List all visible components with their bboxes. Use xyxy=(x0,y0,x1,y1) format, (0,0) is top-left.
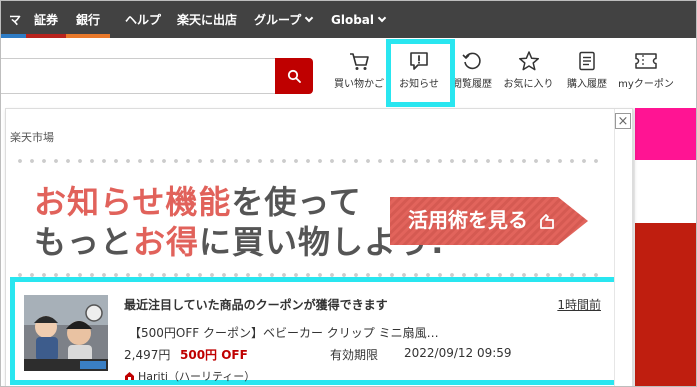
product-price: 2,497円 xyxy=(124,348,171,362)
panel-scrollbar[interactable] xyxy=(614,109,632,386)
panel-title: 楽天市場 xyxy=(10,131,54,144)
cta-label: 活用術を見る xyxy=(408,208,528,232)
banner-line-2: もっとお得に買い物しよう! xyxy=(34,223,446,261)
cart-icon xyxy=(350,53,369,70)
header-coupon-label: myクーポン xyxy=(618,79,674,90)
history-icon xyxy=(462,52,481,70)
promo-banner[interactable]: お知らせ機能を使って もっとお得に買い物しよう! 活用術を見る xyxy=(16,169,606,269)
panel-gutter xyxy=(633,108,635,386)
topnav-item-global[interactable]: Global xyxy=(331,12,387,28)
notification-title: 最近注目していた商品のクーポンが獲得できます xyxy=(124,298,388,312)
site-header: 買い物かご お知らせ 閲覧履歴 お気に入り 購入履歴 myクーポン xyxy=(1,38,696,108)
banner-accent-text: お得 xyxy=(133,223,200,261)
page-content-strip xyxy=(635,160,696,223)
close-icon[interactable]: × xyxy=(615,113,631,129)
chevron-down-icon xyxy=(377,13,387,23)
topnav-item-bank[interactable]: 銀行 xyxy=(76,12,100,28)
topnav-item-open-shop[interactable]: 楽天に出店 xyxy=(177,12,237,28)
top-nav: マ 証券 銀行 ヘルプ 楽天に出店 グループ Global xyxy=(1,1,696,38)
banner-text: を使って xyxy=(231,183,362,221)
search-button[interactable] xyxy=(275,58,313,94)
topnav-item-partial[interactable]: マ xyxy=(9,12,21,28)
expiry-value: 2022/09/12 09:59 xyxy=(404,346,512,360)
product-name[interactable]: 【500円OFF クーポン】ベビーカー クリップ ミニ扇風… xyxy=(129,324,439,341)
banner-text: もっと xyxy=(34,223,134,261)
header-coupon[interactable]: myクーポン xyxy=(615,50,677,90)
header-cart[interactable]: 買い物かご xyxy=(333,50,385,90)
topnav-group-label: グループ xyxy=(254,13,302,27)
page-banner-strip xyxy=(635,223,696,386)
pointer-hand-icon xyxy=(540,214,554,229)
banner-line-1: お知らせ機能を使って xyxy=(34,183,362,221)
shop-link[interactable]: Hariti（ハーリティー） xyxy=(124,368,255,384)
expiry-label: 有効期限 xyxy=(330,348,379,362)
shop-name: Hariti（ハーリティー） xyxy=(138,370,256,383)
notification-time: 1時間前 xyxy=(557,298,601,312)
notice-highlight-frame xyxy=(386,39,455,107)
product-thumbnail xyxy=(24,295,108,371)
header-purchase-history[interactable]: 購入履歴 xyxy=(563,50,611,90)
header-favorites-label: お気に入り xyxy=(503,79,554,90)
topnav-item-securities[interactable]: 証券 xyxy=(34,12,58,28)
notification-item[interactable]: 最近注目していた商品のクーポンが獲得できます 1時間前 【500円OFF クーポ… xyxy=(10,277,620,385)
topnav-global-label: Global xyxy=(331,13,375,27)
notification-panel: 楽天市場 お知らせ機能を使って もっとお得に買い物しよう! 活用術を見る 最近注… xyxy=(5,108,633,386)
topnav-item-group[interactable]: グループ xyxy=(254,12,314,28)
page-banner-strip xyxy=(635,108,696,160)
browser-frame: マ 証券 銀行 ヘルプ 楽天に出店 グループ Global 買い物かご お知らせ… xyxy=(0,0,697,387)
shop-icon xyxy=(125,372,134,380)
search-input[interactable] xyxy=(1,58,275,94)
header-purchase-history-label: 購入履歴 xyxy=(567,79,607,90)
star-icon xyxy=(518,51,539,71)
coupon-icon xyxy=(635,53,657,69)
banner-accent-text: お知らせ機能 xyxy=(34,183,232,221)
banner-cta-button[interactable]: 活用術を見る xyxy=(390,189,588,253)
search-icon xyxy=(287,69,301,83)
header-cart-label: 買い物かご xyxy=(334,79,384,90)
header-favorites[interactable]: お気に入り xyxy=(501,50,556,90)
dotted-divider xyxy=(14,159,604,163)
coupon-discount: 500円 OFF xyxy=(180,348,248,362)
product-image xyxy=(24,295,108,371)
purchase-history-icon xyxy=(579,51,595,71)
topnav-item-help[interactable]: ヘルプ xyxy=(125,12,161,28)
chevron-down-icon xyxy=(305,13,314,23)
